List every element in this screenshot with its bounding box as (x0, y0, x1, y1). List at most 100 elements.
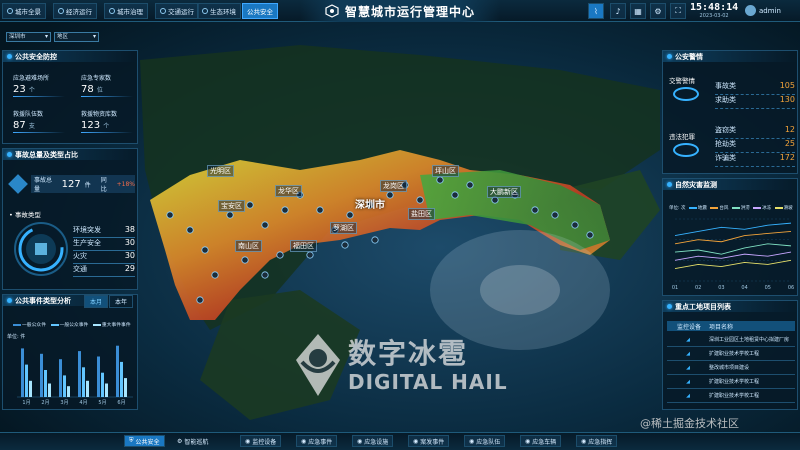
layer-events[interactable]: ◉ 应急事件 (296, 435, 338, 447)
nav-ecology[interactable]: 生态环境 (197, 3, 241, 19)
district-label[interactable]: 坪山区 (432, 165, 459, 177)
table-row[interactable]: ◢ 扩建职业技术学校工程 (667, 389, 795, 403)
grid-icon (7, 8, 13, 14)
layer-command[interactable]: ◉ 应急指挥 (576, 435, 618, 447)
bar (120, 361, 123, 397)
bar (63, 375, 66, 397)
x-tick-label: 1月 (22, 400, 30, 406)
district-label[interactable]: 南山区 (235, 240, 262, 252)
bell-icon[interactable]: ♪ (610, 3, 626, 19)
table-row[interactable]: ◢ 整改城市项目建设 (667, 361, 795, 375)
poi-marker-icon (371, 236, 379, 244)
series-line (674, 243, 792, 255)
camera-icon[interactable]: ◢ (667, 337, 709, 343)
layer-monitor[interactable]: ◉ 监控设备 (240, 435, 282, 447)
tab-this-year[interactable]: 本年 (108, 295, 133, 308)
list-item: 生产安全 30 (73, 238, 135, 251)
nav-public-safety[interactable]: 公共安全 (242, 3, 278, 19)
x-tick-label: 3月 (60, 400, 68, 406)
district-label[interactable]: 盐田区 (408, 208, 435, 220)
camera-icon[interactable]: ◢ (667, 365, 709, 371)
poi-marker-icon (196, 296, 204, 304)
police-badge-icon (673, 87, 699, 101)
tab-this-month[interactable]: 本月 (83, 295, 108, 308)
camera-icon[interactable]: ◢ (667, 393, 709, 399)
nav-economy[interactable]: 经济运行 (53, 3, 97, 19)
district-label[interactable]: 大鹏新区 (487, 186, 521, 198)
district-select[interactable]: 地区 (54, 32, 99, 42)
accident-ring-chart (14, 222, 68, 276)
clock-time: 15:48:14 (690, 2, 739, 13)
district-label[interactable]: 宝安区 (218, 200, 245, 212)
nav-traffic[interactable]: 交通运行 (155, 3, 199, 19)
district-label[interactable]: 福田区 (290, 240, 317, 252)
camera-icon[interactable]: ◢ (667, 379, 709, 385)
bar (48, 383, 51, 397)
poi-marker-icon (276, 251, 284, 259)
x-tick-label: 4月 (79, 400, 87, 406)
district-label[interactable]: 罗湖区 (330, 222, 357, 234)
layer-cases[interactable]: ◉ 案发事件 (408, 435, 450, 447)
x-tick-label: 05 (765, 285, 771, 291)
watermark: 数字冰雹 DIGITAL HAIL (288, 330, 528, 400)
vehicle-icon: ◉ (525, 437, 531, 445)
bottom-tab-public-safety[interactable]: ⛨ 公共安全 (124, 435, 165, 447)
table-row[interactable]: ◢ 扩建职业技术学校工程 (667, 347, 795, 361)
nav-city-overview[interactable]: 城市全景 (2, 3, 46, 19)
layer-teams[interactable]: ◉ 应急队伍 (464, 435, 506, 447)
title-bar: 智慧城市运行管理中心 (300, 0, 500, 22)
list-item: 求助类 130 (715, 95, 795, 109)
fullscreen-icon[interactable]: ⛶ (670, 3, 686, 19)
watermark-logo (296, 334, 340, 396)
construction-panel: 重点工地项目列表 监控设备 项目名称 ◢ 深圳工业园区土地租赁中心拟建厂房 ◢ 扩建… (662, 300, 798, 410)
camera-icon: ◉ (245, 437, 251, 445)
x-tick-label: 06 (788, 285, 794, 291)
analysis-title: 公共事件类型分析 (15, 296, 71, 305)
list-item: 火灾 30 (73, 251, 135, 264)
camera-icon[interactable]: ◢ (667, 351, 709, 357)
poi-marker-icon (586, 231, 594, 239)
bottom-tab-cruise[interactable]: ⚙ 智能巡航 (172, 435, 213, 447)
bullet-icon (7, 152, 12, 157)
poi-marker-icon (201, 246, 209, 254)
table-row[interactable]: ◢ 深圳工业园区土地租赁中心拟建厂房 (667, 333, 795, 347)
watermark-en: DIGITAL HAIL (348, 370, 508, 394)
team-icon: ◉ (469, 437, 475, 445)
table-row[interactable]: ◢ 扩建职业技术学校工程 (667, 375, 795, 389)
x-tick-label: 04 (741, 285, 747, 291)
poi-marker-icon (316, 206, 324, 214)
district-label[interactable]: 龙华区 (275, 185, 302, 197)
list-item: 抢劫类 25 (715, 139, 795, 153)
bullet-icon (7, 54, 12, 59)
list-item: 盗窃类 12 (715, 125, 795, 139)
layer-vehicles[interactable]: ◉ 应急车辆 (520, 435, 562, 447)
bullet-icon (667, 54, 672, 59)
user-menu[interactable]: admin (745, 5, 781, 16)
layer-facilities[interactable]: ◉ 应急设施 (352, 435, 394, 447)
accident-title: 事故总量及类型占比 (15, 150, 78, 159)
city-select[interactable]: 深圳市 (6, 32, 51, 42)
district-label[interactable]: 龙岗区 (380, 180, 407, 192)
stat-rescue-teams: 救援队伍数 87 支 (13, 109, 65, 133)
x-tick-label: 2月 (41, 400, 49, 406)
poi-marker-icon (261, 271, 269, 279)
series-line (674, 230, 792, 245)
shield-icon: ⛨ (129, 437, 134, 444)
poi-marker-icon (211, 271, 219, 279)
nav-governance[interactable]: 城市治理 (104, 3, 148, 19)
stat-shelters: 应急避难场所 23 个 (13, 73, 65, 97)
poi-marker-icon (386, 191, 394, 199)
trend-icon[interactable]: ⌇ (588, 3, 604, 19)
disaster-panel: 自然灾害监测 单位: 次 地震 台风 洪涝 冰冻 滑坡 01 02 03 04 05 06 (662, 178, 798, 296)
bar (25, 364, 28, 397)
district-label[interactable]: 光明区 (207, 165, 234, 177)
poi-marker-icon (571, 221, 579, 229)
avatar (745, 5, 756, 16)
bullet-icon (667, 304, 672, 309)
analysis-bar-chart: 1月 2月 3月 4月 5月 6月 (17, 345, 133, 406)
accident-total: 事故总量 127 件 同比 +18% (31, 175, 135, 193)
series-line (674, 259, 792, 270)
layers-icon[interactable]: ▦ (630, 3, 646, 19)
poi-marker-icon (246, 201, 254, 209)
settings-icon[interactable]: ⚙ (650, 3, 666, 19)
